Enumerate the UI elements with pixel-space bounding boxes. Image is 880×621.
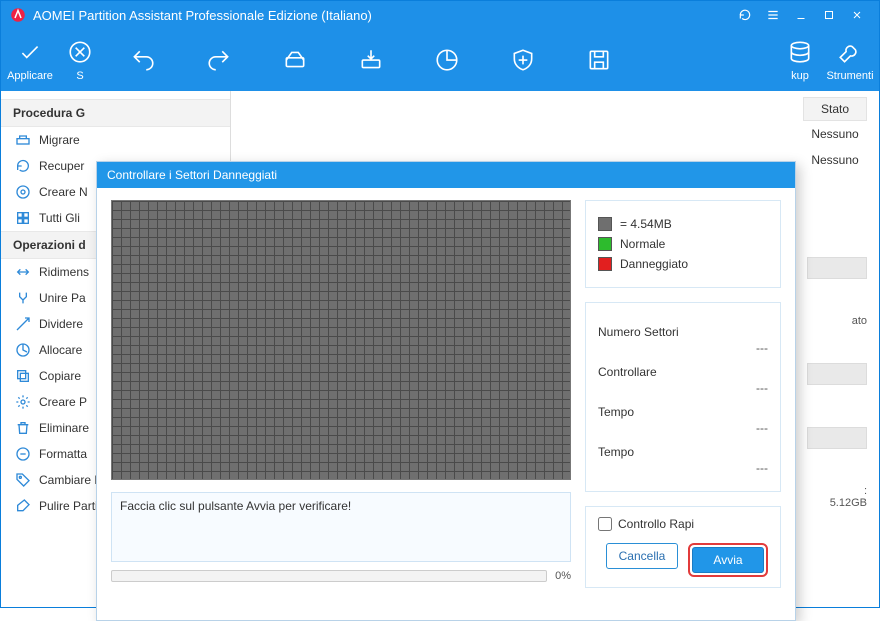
database-icon [786,38,814,66]
wrench-icon [836,38,864,66]
apply-label: Applicare [7,70,53,82]
start-highlight: Avvia [688,543,768,577]
stat-time1-value: --- [598,421,768,435]
drive-down-icon [357,46,385,74]
frag-text: : [807,485,867,497]
gear-icon [15,394,31,410]
allocate-icon [15,342,31,358]
drive-icon [281,46,309,74]
main-area: Procedura G Migrare Recuper Creare N Tut… [1,91,879,607]
apply-button[interactable]: Applicare [5,29,55,91]
progress-percent: 0% [555,570,571,582]
main-toolbar: Applicare S kup Strumenti [1,29,879,91]
trash-icon [15,420,31,436]
stat-time2-value: --- [598,461,768,475]
migrate-icon [15,132,31,148]
status-cell: Nessuno [803,121,867,147]
tag-icon [15,472,31,488]
app-icon [9,6,27,24]
broom-icon [15,498,31,514]
disk-tool-1[interactable] [257,29,333,91]
frag-text: 5.12GB [807,497,867,509]
window-title: AOMEI Partition Assistant Professionale … [33,8,372,23]
backup-tool[interactable]: kup [775,29,825,91]
minimize-button[interactable] [787,1,815,29]
normal-swatch-icon [598,237,612,251]
stat-sectors-label: Numero Settori [598,325,679,339]
recover-icon [15,158,31,174]
discard-button[interactable]: S [55,29,105,91]
stat-check-value: --- [598,381,768,395]
split-icon [15,316,31,332]
controls-box: Controllo Rapi Cancella Avvia [585,506,781,588]
legend-damaged: Danneggiato [598,257,768,271]
create-icon [15,184,31,200]
content-fragments: ato : 5.12GB [807,251,867,509]
cancel-circle-icon [66,38,94,66]
tools-label: Strumenti [826,70,873,82]
refresh-button[interactable] [731,1,759,29]
quick-check-row[interactable]: Controllo Rapi [598,517,768,531]
quick-check-checkbox[interactable] [598,517,612,531]
message-box: Faccia clic sul pulsante Avvia per verif… [111,492,571,562]
checkmark-icon [16,38,44,66]
legend-blocksize: = 4.54MB [598,217,768,231]
shield-icon [509,46,537,74]
copy-icon [15,368,31,384]
progress-row: 0% [111,570,571,582]
stat-time2-label: Tempo [598,445,634,459]
resize-icon [15,264,31,280]
tools-tool[interactable]: Strumenti [825,29,875,91]
format-icon [15,446,31,462]
status-header: Stato [803,97,867,121]
shield-tool[interactable] [485,29,561,91]
titlebar: AOMEI Partition Assistant Professionale … [1,1,879,29]
dialog-right: = 4.54MB Normale Danneggiato [585,200,781,588]
dialog-left: Faccia clic sul pulsante Avvia per verif… [111,200,571,588]
partition-bar-fragment [807,257,867,279]
sector-grid [111,200,571,480]
stat-sectors-value: --- [598,341,768,355]
wizard-header: Procedura G [1,99,230,127]
close-button[interactable] [843,1,871,29]
partition-bar-fragment [807,363,867,385]
maximize-button[interactable] [815,1,843,29]
legend-normal: Normale [598,237,768,251]
start-button[interactable]: Avvia [692,547,764,573]
undo-icon [129,46,157,74]
stats-box: Numero Settori --- Controllare --- Tempo… [585,302,781,492]
disk-tool-2[interactable] [333,29,409,91]
redo-icon [205,46,233,74]
block-swatch-icon [598,217,612,231]
grid-icon [15,210,31,226]
merge-icon [15,290,31,306]
legend-box: = 4.54MB Normale Danneggiato [585,200,781,288]
frag-text: ato [807,315,867,327]
progress-bar [111,570,547,582]
partition-bar-fragment [807,427,867,449]
dialog-title: Controllare i Settori Danneggiati [97,162,795,188]
quick-check-label: Controllo Rapi [618,517,694,531]
discard-label: S [76,70,83,82]
redo-button[interactable] [181,29,257,91]
backup-label: kup [791,70,809,82]
pie-tool[interactable] [409,29,485,91]
pie-icon [433,46,461,74]
menu-button[interactable] [759,1,787,29]
save-icon [585,46,613,74]
cancel-button[interactable]: Cancella [606,543,678,569]
status-cell: Nessuno [803,147,867,173]
stat-check-label: Controllare [598,365,657,379]
save-tool[interactable] [561,29,637,91]
sidebar-item-migrate[interactable]: Migrare [1,127,230,153]
status-column: Stato Nessuno Nessuno [803,97,867,173]
message-text: Faccia clic sul pulsante Avvia per verif… [120,499,351,513]
damaged-swatch-icon [598,257,612,271]
undo-button[interactable] [105,29,181,91]
stat-time1-label: Tempo [598,405,634,419]
check-sectors-dialog: Controllare i Settori Danneggiati Faccia… [96,161,796,621]
